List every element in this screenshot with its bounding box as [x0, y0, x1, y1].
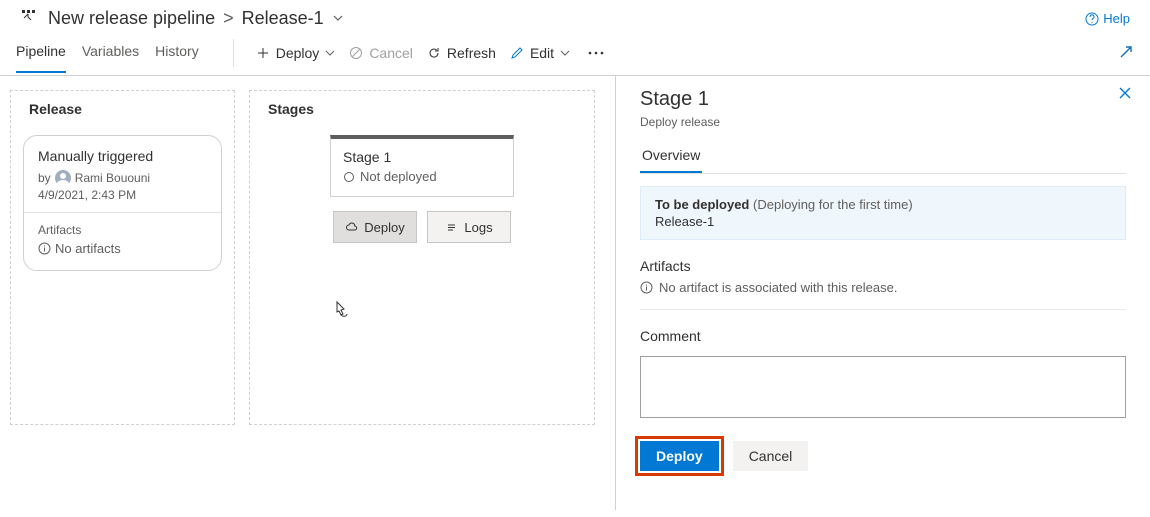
- chevron-down-icon[interactable]: [332, 8, 344, 29]
- pencil-icon: [510, 46, 524, 60]
- pipeline-view: Release Manually triggered by Rami Bouou…: [0, 76, 615, 510]
- divider: [233, 39, 234, 67]
- stage-status-text: Not deployed: [360, 169, 437, 184]
- page-header: New release pipeline > Release-1 Help: [0, 0, 1150, 31]
- nav-tabs: Pipeline Variables History: [16, 33, 199, 73]
- refresh-label: Refresh: [447, 45, 496, 61]
- plus-icon: [256, 46, 270, 60]
- stage-status: Not deployed: [343, 169, 501, 184]
- tab-variables[interactable]: Variables: [82, 33, 139, 73]
- tab-pipeline[interactable]: Pipeline: [16, 33, 66, 73]
- cancel-label: Cancel: [369, 45, 413, 61]
- to-be-deployed-detail: (Deploying for the first time): [753, 197, 913, 212]
- help-label: Help: [1103, 11, 1130, 26]
- info-release-name: Release-1: [655, 214, 1111, 229]
- stage-logs-label: Logs: [464, 220, 492, 235]
- release-byline: by Rami Bououni: [38, 170, 207, 186]
- tab-overview[interactable]: Overview: [640, 147, 702, 173]
- deploy-panel: Stage 1 Deploy release Overview To be de…: [615, 76, 1150, 510]
- cloud-icon: [345, 221, 358, 234]
- not-deployed-icon: [343, 171, 355, 183]
- deploy-label: Deploy: [276, 45, 320, 61]
- deploy-info-box: To be deployed (Deploying for the first …: [640, 186, 1126, 240]
- to-be-deployed-label: To be deployed: [655, 197, 749, 212]
- by-user: Rami Bououni: [75, 171, 150, 185]
- more-icon: [588, 51, 604, 55]
- stages-panel-title: Stages: [262, 101, 582, 117]
- stage-card[interactable]: Stage 1 Not deployed: [330, 135, 514, 197]
- stage-deploy-label: Deploy: [364, 220, 404, 235]
- expand-button[interactable]: [1118, 44, 1134, 63]
- comment-section: Comment: [640, 328, 1126, 421]
- more-button[interactable]: [578, 47, 610, 59]
- cancel-icon: [349, 46, 363, 60]
- help-link[interactable]: Help: [1085, 11, 1130, 26]
- close-icon: [1118, 86, 1132, 100]
- no-artifacts: No artifacts: [38, 241, 207, 256]
- breadcrumb-release[interactable]: Release-1: [242, 8, 324, 29]
- help-icon: [1085, 12, 1099, 26]
- comment-input[interactable]: [640, 356, 1126, 418]
- artifacts-message: No artifact is associated with this rele…: [640, 280, 1126, 295]
- panel-title: Stage 1: [640, 88, 1126, 111]
- stage-logs-button[interactable]: Logs: [427, 211, 511, 243]
- refresh-button[interactable]: Refresh: [421, 41, 502, 65]
- stage-name: Stage 1: [343, 149, 501, 165]
- breadcrumb-separator: >: [223, 8, 234, 29]
- release-timestamp: 4/9/2021, 2:43 PM: [38, 188, 207, 202]
- stages-panel: Stages Stage 1 Not deployed Deploy: [249, 90, 595, 425]
- panel-tabs: Overview: [640, 147, 1126, 174]
- edit-dropdown-button[interactable]: Edit: [504, 41, 576, 65]
- pipeline-icon: [20, 8, 36, 29]
- release-panel-title: Release: [23, 101, 222, 117]
- release-panel: Release Manually triggered by Rami Bouou…: [10, 90, 235, 425]
- release-trigger: Manually triggered: [38, 148, 207, 164]
- deploy-button[interactable]: Deploy: [640, 441, 719, 471]
- by-label: by: [38, 171, 51, 185]
- toolbar: Pipeline Variables History Deploy Cancel…: [0, 31, 1150, 75]
- panel-footer: Deploy Cancel: [640, 441, 1126, 471]
- cancel-button: Cancel: [343, 41, 419, 65]
- cancel-button[interactable]: Cancel: [733, 441, 809, 471]
- chevron-down-icon: [325, 48, 335, 58]
- deploy-dropdown-button[interactable]: Deploy: [250, 41, 342, 65]
- comment-heading: Comment: [640, 328, 1126, 344]
- stage-deploy-button[interactable]: Deploy: [333, 211, 417, 243]
- stage-actions: Deploy Logs: [262, 211, 582, 243]
- artifacts-label: Artifacts: [38, 223, 207, 237]
- release-card[interactable]: Manually triggered by Rami Bououni 4/9/2…: [23, 135, 222, 271]
- divider: [640, 309, 1126, 310]
- avatar: [55, 170, 71, 186]
- tab-history[interactable]: History: [155, 33, 199, 73]
- artifacts-heading: Artifacts: [640, 258, 1126, 274]
- artifacts-msg-text: No artifact is associated with this rele…: [659, 280, 897, 295]
- close-button[interactable]: [1118, 86, 1132, 105]
- info-icon: [640, 281, 653, 294]
- logs-icon: [445, 221, 458, 234]
- cursor-icon: [332, 300, 350, 323]
- edit-label: Edit: [530, 45, 554, 61]
- breadcrumb: New release pipeline > Release-1: [20, 8, 344, 29]
- no-artifacts-text: No artifacts: [55, 241, 121, 256]
- info-icon: [38, 242, 51, 255]
- content-area: Release Manually triggered by Rami Bouou…: [0, 75, 1150, 510]
- artifacts-section: Artifacts No artifact is associated with…: [640, 258, 1126, 295]
- panel-subtitle: Deploy release: [640, 115, 1126, 129]
- refresh-icon: [427, 46, 441, 60]
- breadcrumb-pipeline[interactable]: New release pipeline: [48, 8, 215, 29]
- chevron-down-icon: [560, 48, 570, 58]
